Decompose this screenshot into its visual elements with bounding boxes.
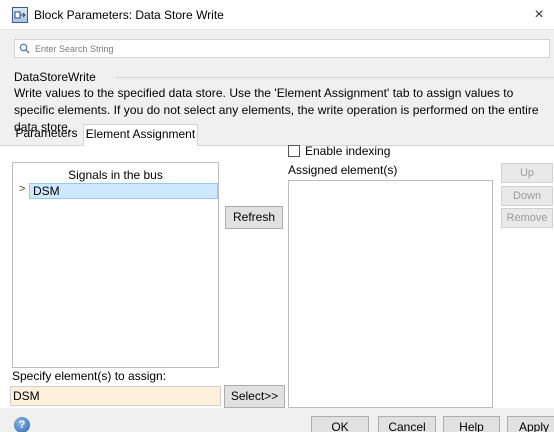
expand-arrow-icon[interactable]: >	[19, 183, 25, 195]
group-divider	[116, 77, 554, 78]
title-bar: Block Parameters: Data Store Write ×	[0, 0, 554, 30]
remove-button[interactable]: Remove	[501, 208, 553, 228]
tree-item-label[interactable]: DSM	[29, 183, 218, 199]
refresh-button[interactable]: Refresh	[225, 206, 283, 229]
signals-tree[interactable]: Signals in the bus > DSM	[12, 162, 219, 368]
simulink-block-icon	[12, 7, 28, 23]
enable-indexing-checkbox[interactable]	[288, 145, 300, 157]
specify-elements-input[interactable]	[10, 386, 221, 406]
assigned-elements-list[interactable]	[288, 180, 493, 408]
tab-element-assignment[interactable]: Element Assignment	[83, 124, 198, 146]
block-group-title: DataStoreWrite	[14, 70, 96, 84]
signals-header: Signals in the bus	[68, 168, 163, 182]
assigned-elements-label: Assigned element(s)	[288, 163, 398, 177]
help-icon[interactable]: ?	[14, 417, 30, 432]
search-icon	[19, 43, 30, 57]
help-button[interactable]: Help	[443, 416, 500, 432]
tree-item-dsm[interactable]: > DSM	[14, 183, 218, 199]
close-icon[interactable]: ×	[524, 0, 554, 30]
window-title: Block Parameters: Data Store Write	[34, 8, 224, 22]
ok-button[interactable]: OK	[311, 416, 369, 432]
specify-elements-label: Specify element(s) to assign:	[12, 369, 167, 383]
search-box[interactable]	[14, 39, 550, 58]
tab-parameters[interactable]: Parameters	[10, 124, 83, 145]
up-button[interactable]: Up	[501, 163, 553, 183]
select-button[interactable]: Select>>	[224, 385, 285, 408]
search-input[interactable]	[35, 40, 535, 57]
cancel-button[interactable]: Cancel	[378, 416, 436, 432]
enable-indexing-label: Enable indexing	[305, 144, 391, 158]
apply-button[interactable]: Apply	[507, 416, 554, 432]
down-button[interactable]: Down	[501, 186, 553, 206]
